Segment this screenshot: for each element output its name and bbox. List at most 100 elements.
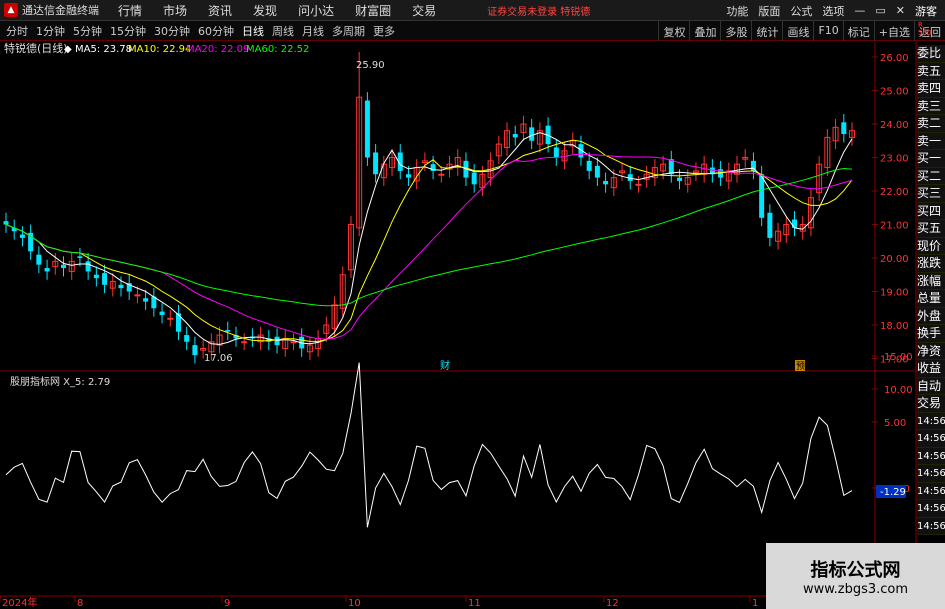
login-notice: 证券交易未登录 特锐德 [487, 6, 591, 18]
ma60-line [5, 167, 853, 307]
period-1min[interactable]: 1分钟 [36, 23, 65, 39]
candle-body [118, 284, 124, 289]
btn-biaoji[interactable]: 标记 [842, 21, 874, 41]
watermark-url: www.zbgs3.com [802, 581, 909, 597]
price-tick-label: 23.00 [880, 154, 909, 165]
candle-body [241, 341, 248, 344]
side-item: 买三 [917, 185, 945, 203]
side-item: 委比 [917, 45, 945, 63]
candle-body [134, 294, 141, 297]
candle-body [586, 160, 592, 171]
side-item: 卖四 [917, 80, 945, 98]
period-60min[interactable]: 60分钟 [198, 23, 234, 39]
menu-wenxiaoda[interactable]: 问小达 [298, 2, 334, 19]
period-weekly[interactable]: 周线 [272, 23, 294, 39]
side-item: 换手 [917, 325, 945, 343]
candle-body [677, 177, 683, 181]
candle-body [364, 100, 370, 158]
candle-body [77, 256, 83, 258]
period-5min[interactable]: 5分钟 [73, 23, 102, 39]
menu-zixun[interactable]: 资讯 [208, 2, 232, 19]
indicator-label: 股朋指标网 X_5: 2.79 [10, 375, 110, 388]
menu-caifuquan[interactable]: 财富圈 [355, 2, 391, 19]
side-time: 14:56 [917, 412, 945, 430]
candle-body [405, 174, 411, 178]
menu-gongneng[interactable]: 功能 [726, 3, 748, 19]
period-toolbar: 分时 1分钟 5分钟 15分钟 30分钟 60分钟 日线 周线 月线 多周期 更… [0, 21, 945, 41]
low-annotation: 17.06 [204, 353, 233, 364]
side-item: 卖二 [917, 115, 945, 133]
close-icon[interactable]: ✕ [896, 4, 905, 17]
cai-marker: 财 [440, 359, 450, 372]
ma60-value: MA60: 22.52 [246, 44, 309, 55]
menu-shichang[interactable]: 市场 [163, 2, 187, 19]
menu-banmian[interactable]: 版面 [758, 3, 780, 19]
candle-body [274, 336, 280, 346]
period-multi[interactable]: 多周期 [332, 23, 365, 39]
guest-label[interactable]: 游客 [915, 3, 937, 19]
indicator-current-value: -1.29 [880, 487, 906, 498]
btn-f10[interactable]: F10 [813, 21, 842, 41]
period-15min[interactable]: 15分钟 [110, 23, 146, 39]
btn-duogu[interactable]: 多股 [720, 21, 751, 41]
period-fenshi[interactable]: 分时 [6, 23, 28, 39]
ma5-label: ◆ [64, 44, 72, 55]
ma5-value: MA5: 23.78 [75, 44, 132, 55]
menu-jiaoyi[interactable]: 交易 [412, 2, 436, 19]
side-item: 净资 [917, 342, 945, 360]
date-tick-label: 8 [77, 598, 83, 609]
side-item: 卖五 [917, 62, 945, 80]
side-time: 14:56 [917, 500, 945, 518]
side-item[interactable]: 交易 [917, 395, 945, 413]
ma10-line [5, 139, 853, 342]
candle-body [471, 172, 477, 185]
restore-icon[interactable]: ▭ [875, 4, 885, 17]
side-item: 涨跌 [917, 255, 945, 273]
candle-body [373, 152, 379, 175]
menu-bar: ▲ 通达信金融终端 行情 市场 资讯 发现 问小达 财富圈 交易 证券交易未登录… [0, 0, 945, 21]
yu-marker: 预 [796, 361, 805, 372]
side-time: 14:56 [917, 447, 945, 465]
ma20-line [5, 153, 853, 340]
menu-hangqing[interactable]: 行情 [118, 2, 142, 19]
side-item: 卖三 [917, 97, 945, 115]
price-tick-label: 26.00 [880, 53, 909, 64]
date-tick-label: 9 [224, 598, 230, 609]
candle-body [603, 180, 609, 185]
side-item: 总量 [917, 290, 945, 308]
side-item: 买一 [917, 150, 945, 168]
period-daily[interactable]: 日线 [242, 23, 264, 39]
menu-faxian[interactable]: 发现 [253, 2, 277, 19]
period-30min[interactable]: 30分钟 [154, 23, 190, 39]
menu-gongshi[interactable]: 公式 [790, 3, 812, 19]
btn-diejia[interactable]: 叠加 [689, 21, 720, 41]
side-item: 买二 [917, 167, 945, 185]
ma5-line [5, 132, 853, 345]
app-title: 通达信金融终端 [22, 4, 99, 17]
candle-body [36, 254, 42, 265]
side-item[interactable]: 自动 [917, 377, 945, 395]
candle-body [93, 274, 99, 279]
candle-body [192, 345, 198, 356]
btn-tongji[interactable]: 统计 [751, 21, 782, 41]
minimize-icon[interactable]: — [854, 4, 865, 17]
kline-chart[interactable]: 26.00 25.00 24.00 23.00 22.00 21.00 20.00 19.00… [0, 42, 945, 609]
candle-body [594, 165, 600, 178]
candle-body [767, 212, 773, 238]
btn-zixuan[interactable]: +自选 [873, 21, 914, 41]
watermark-title: 指标公式网 [810, 559, 901, 581]
period-monthly[interactable]: 月线 [302, 23, 324, 39]
candle-body [792, 219, 798, 228]
candle-body [102, 273, 108, 285]
period-more[interactable]: 更多 [373, 23, 395, 39]
date-tick-label: 12 [606, 598, 619, 609]
side-item: 收益 [917, 360, 945, 378]
btn-huaxian[interactable]: 画线 [782, 21, 813, 41]
menu-xuanxiang[interactable]: 选项 [822, 3, 844, 19]
ma20-value: MA20: 22.09 [186, 44, 249, 55]
btn-fuquan[interactable]: 复权 [658, 21, 689, 41]
candle-body [19, 234, 25, 238]
side-time: 14:56 [917, 430, 945, 448]
side-item: 现价 [917, 237, 945, 255]
candle-body [159, 311, 165, 315]
